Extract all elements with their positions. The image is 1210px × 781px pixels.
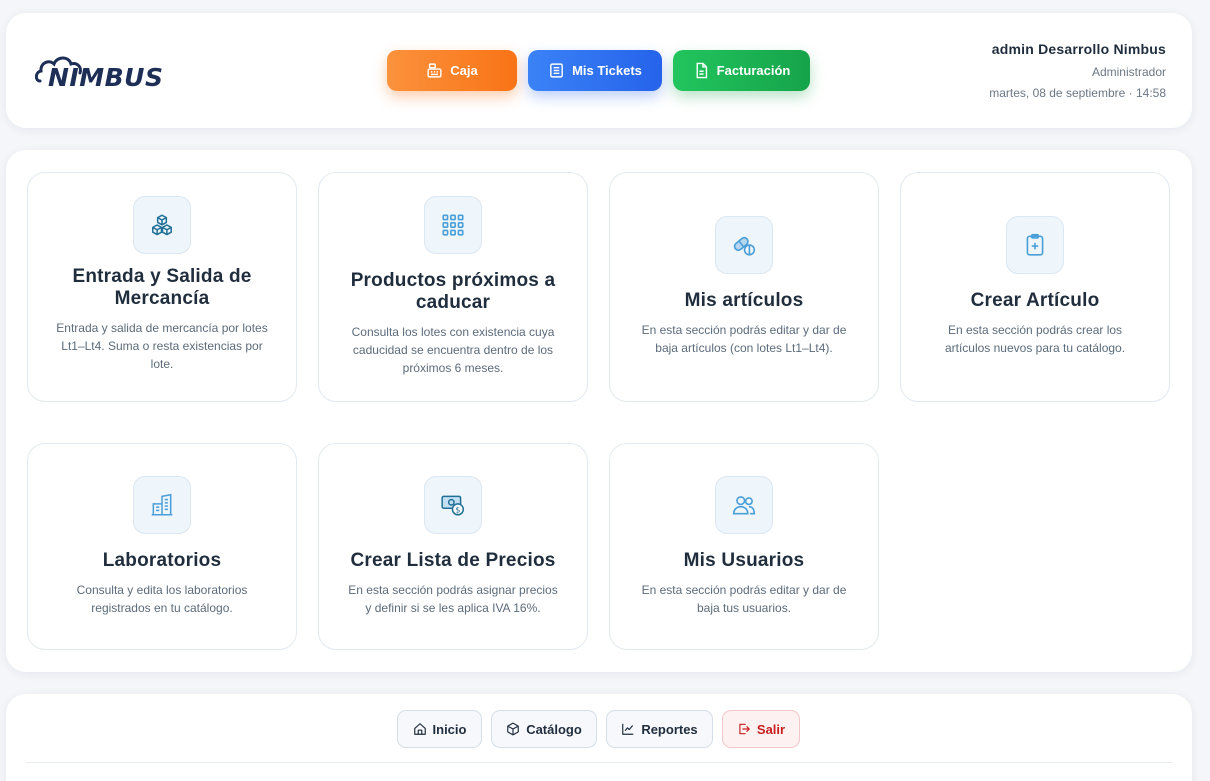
top-nav: Caja Mis Tickets Facturación [387, 50, 810, 91]
card-description: Entrada y salida de mercancía por lotes … [56, 321, 268, 371]
caja-button[interactable]: Caja [387, 50, 517, 91]
user-role: Administrador [1091, 65, 1166, 79]
top-header: NIMBUS Caja Mis Tickets Facturación admi… [6, 13, 1192, 128]
user-name: admin Desarrollo Nimbus [991, 41, 1166, 57]
users-icon [715, 476, 773, 534]
card-title: Mis artículos [684, 290, 804, 311]
card-mis-usuarios[interactable]: Mis Usuarios En esta sección podrás edit… [609, 443, 879, 650]
pill-icon [715, 216, 773, 274]
inicio-label: Inicio [432, 721, 467, 737]
card-laboratorios[interactable]: Laboratorios Consulta y edita los labora… [27, 443, 297, 650]
card-title: Mis Usuarios [683, 550, 805, 571]
clipboard-plus-icon [1006, 216, 1064, 274]
card-description: En esta sección podrás crear los artícul… [944, 323, 1126, 355]
user-info: admin Desarrollo Nimbus Administrador ma… [989, 41, 1166, 100]
grid-icon [424, 196, 482, 254]
card-lista-precios[interactable]: $ Crear Lista de Precios En esta sección… [318, 443, 588, 650]
mis-tickets-button[interactable]: Mis Tickets [528, 50, 662, 91]
card-description: Consulta y edita los laboratorios regist… [76, 583, 248, 615]
caja-label: Caja [450, 63, 478, 78]
card-mis-articulos[interactable]: Mis artículos En esta sección podrás edi… [609, 172, 879, 402]
facturacion-button[interactable]: Facturación [673, 50, 810, 91]
receipt-icon [550, 63, 563, 78]
card-productos-caducar[interactable]: Productos próximos a caducar Consulta lo… [318, 172, 588, 402]
reportes-button[interactable]: Reportes [606, 710, 713, 748]
card-title: Laboratorios [102, 550, 222, 571]
logo-text: NIMBUS [48, 63, 164, 92]
card-title: Entrada y Salida de Mercancía [72, 266, 252, 309]
nimbus-logo[interactable]: NIMBUS [34, 53, 174, 103]
catalogo-button[interactable]: Catálogo [491, 710, 597, 748]
salir-label: Salir [756, 721, 786, 737]
card-crear-articulo[interactable]: Crear Artículo En esta sección podrás cr… [900, 172, 1170, 402]
card-description: En esta sección podrás asignar precios y… [348, 583, 558, 615]
catalogo-label: Catálogo [526, 721, 582, 737]
cubes-icon [133, 196, 191, 254]
svg-text:$: $ [455, 505, 460, 515]
document-icon [696, 62, 707, 79]
card-entrada-salida[interactable]: Entrada y Salida de Mercancía Entrada y … [27, 172, 297, 402]
building-icon [133, 476, 191, 534]
footer-divider [26, 762, 1172, 763]
home-icon [413, 723, 426, 735]
card-title: Crear Artículo [970, 290, 1100, 311]
reportes-label: Reportes [641, 721, 698, 737]
card-description: En esta sección podrás editar y dar de b… [641, 323, 847, 355]
box-icon [507, 722, 520, 736]
mis-tickets-label: Mis Tickets [572, 63, 642, 78]
bottom-nav-panel: Inicio Catálogo Reportes Salir [6, 694, 1192, 781]
line-chart-icon [622, 723, 634, 735]
facturacion-label: Facturación [716, 63, 791, 78]
card-description: Consulta los lotes con existencia cuya c… [351, 325, 555, 375]
cash-register-icon [427, 63, 442, 78]
modules-grid: Entrada y Salida de Mercancía Entrada y … [6, 150, 1192, 672]
bottom-nav: Inicio Catálogo Reportes Salir [397, 710, 800, 748]
card-description: En esta sección podrás editar y dar de b… [641, 583, 847, 615]
card-title: Crear Lista de Precios [350, 550, 556, 571]
money-icon: $ [424, 476, 482, 534]
current-datetime: martes, 08 de septiembre · 14:58 [989, 86, 1166, 100]
inicio-button[interactable]: Inicio [397, 710, 482, 748]
salir-button[interactable]: Salir [722, 710, 800, 748]
card-title: Productos próximos a caducar [350, 270, 556, 313]
logout-icon [739, 723, 750, 735]
